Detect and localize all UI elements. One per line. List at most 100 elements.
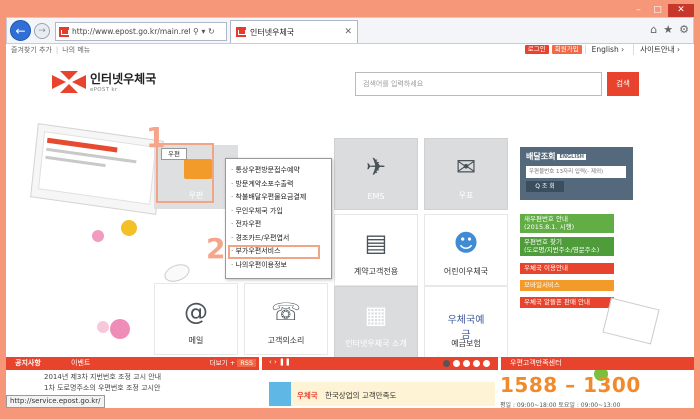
mascot-icon: ☻ <box>453 229 479 257</box>
find-postcode-button[interactable]: 우편번호 찾기 (도로명/지번주소/영문주소) <box>520 237 614 256</box>
menu-item[interactable]: 경조카드/우편엽서 <box>231 232 331 246</box>
forward-button[interactable]: → <box>34 23 50 39</box>
flower-decoration <box>92 230 104 242</box>
logo-english: ePOST kr <box>90 87 118 93</box>
laptop-illustration <box>30 123 164 215</box>
promo-banner[interactable]: 우체국 한국상업의 고객만족도 <box>269 382 495 406</box>
menu-item[interactable]: 나의우편이용정보 <box>231 259 331 273</box>
home-icon[interactable]: ⌂ <box>650 23 657 36</box>
logo-korean: 인터넷우체국 <box>90 72 157 86</box>
tab-favicon <box>236 27 246 37</box>
my-menu-link[interactable]: 나의 메뉴 <box>62 45 90 55</box>
account-links: 로그인 회원가입 English › 사이트안내 › <box>524 44 686 55</box>
search-button[interactable]: 검색 <box>607 72 639 96</box>
menu-item[interactable]: 무인우체국 가입 <box>231 205 331 219</box>
letter-illustration <box>602 297 660 345</box>
flower-decoration <box>121 220 137 236</box>
more-link[interactable]: 더보기 + RSS <box>210 357 259 370</box>
english-link[interactable]: English › <box>584 45 630 54</box>
savings-tile[interactable]: 우체국예금 예금보험 <box>424 286 508 358</box>
browser-toolbar: ← → http://www.epost.go.kr/main.retrieve… <box>6 17 694 44</box>
mail-tile[interactable]: @ 메일 <box>154 283 238 355</box>
url-text[interactable]: http://www.epost.go.kr/main.retrieve <box>72 27 190 36</box>
maximize-icon[interactable]: □ <box>649 4 666 17</box>
tab-title: 인터넷우체국 <box>250 27 295 37</box>
stamp-icon: ✉ <box>455 153 477 181</box>
kids-tile[interactable]: ☻ 어린이우체국 <box>424 214 508 286</box>
stamp-label: 우표 <box>458 191 474 200</box>
track-button[interactable]: Q 조 회 <box>526 181 564 192</box>
mail-label: 메일 <box>188 336 204 345</box>
menu-item[interactable]: 착불배달우편물요금결제 <box>231 191 331 205</box>
favorites-star-icon[interactable]: ★ <box>663 23 673 36</box>
notice-header: 공지사항 이벤트 더보기 + RSS <box>6 357 259 370</box>
ems-label: EMS <box>367 192 385 201</box>
delivery-title: 배달조회 <box>526 152 556 161</box>
menu-item[interactable]: 통상우편방문접수예약 <box>231 164 331 178</box>
close-tab-icon[interactable]: ✕ <box>344 27 352 37</box>
login-button[interactable]: 로그인 <box>524 45 549 54</box>
budget-phone-button[interactable]: 우체국 알뜰폰 판매 안내 <box>520 297 614 308</box>
english-badge[interactable]: ENGLISH <box>557 153 586 160</box>
intro-tile[interactable]: ▦ 인터넷우체국 소개 <box>334 286 418 358</box>
address-bar[interactable]: http://www.epost.go.kr/main.retrieve ⚲ ▾… <box>55 22 227 41</box>
sitemap-link[interactable]: 사이트안내 › <box>633 44 686 55</box>
browser-tools: ⌂ ★ ⚙ <box>650 23 689 36</box>
stamp-tile[interactable]: ✉ 우표 <box>424 138 508 210</box>
notice-list: 2014년 제3차 지번번호 조정 고시 안내 1차 도로명주소의 우편번호 조… <box>6 372 259 394</box>
bottom-panels: 공지사항 이벤트 더보기 + RSS 2014년 제3차 지번번호 조정 고시 … <box>6 357 694 408</box>
banner-stripe <box>269 382 291 406</box>
notice-item[interactable]: 2014년 제3차 지번번호 조정 고시 안내 <box>44 372 259 383</box>
epost-favicon <box>59 26 69 37</box>
menu-item[interactable]: 전자우편 <box>231 218 331 232</box>
rss-badge[interactable]: RSS <box>237 359 256 367</box>
post-guide-button[interactable]: 우체국 이용안내 <box>520 263 614 274</box>
tab-event[interactable]: 이벤트 <box>62 357 99 370</box>
browser-tab[interactable]: 인터넷우체국 ✕ <box>230 20 358 43</box>
savings-label: 예금보험 <box>451 339 481 348</box>
banner-controls[interactable]: ‹ › ❚❚ <box>269 358 291 366</box>
close-window-icon[interactable]: ✕ <box>668 4 694 17</box>
site-logo[interactable]: 인터넷우체국 ePOST kr <box>52 70 156 93</box>
document-icon: ▤ <box>364 229 388 257</box>
ems-tile[interactable]: ✈ EMS <box>334 138 418 210</box>
epost-logo-icon <box>52 70 86 93</box>
menu-item-selected[interactable]: 부가우편서비스 <box>228 245 320 259</box>
banner-text: 한국상업의 고객만족도 <box>325 391 397 400</box>
minimize-icon[interactable]: – <box>630 4 647 17</box>
mouse-illustration <box>162 261 192 285</box>
signup-button[interactable]: 회원가입 <box>551 45 582 54</box>
notice-item[interactable]: 1차 도로명주소의 우편번호 조정 고시안 <box>44 383 259 394</box>
browser-window: – □ ✕ ← → http://www.epost.go.kr/main.re… <box>0 0 700 419</box>
customer-center-title: 우편고객만족센터 <box>510 359 562 367</box>
new-postcode-line1: 새우편번호 안내 <box>524 215 568 223</box>
mobile-service-button[interactable]: 모바일서비스 <box>520 280 614 291</box>
post-submenu: 통상우편방문접수예약 방문계약소포수출력 착불배달우편물요금결제 무인우체국 가… <box>225 158 332 279</box>
menu-item[interactable]: 방문계약소포수출력 <box>231 178 331 192</box>
flower-decoration <box>97 321 109 333</box>
customer-center-header: 우편고객만족센터 <box>501 357 694 370</box>
kids-label: 어린이우체국 <box>443 267 489 276</box>
tab-notice[interactable]: 공지사항 <box>6 357 50 370</box>
settings-gear-icon[interactable]: ⚙ <box>679 23 689 36</box>
pagination-dot[interactable] <box>463 360 470 367</box>
status-bar-url: http://service.epost.go.kr/ <box>6 395 105 408</box>
banner-brand: 우체국 <box>297 391 318 400</box>
at-sign-icon: @ <box>184 298 208 326</box>
intro-label: 인터넷우체국 소개 <box>345 339 407 348</box>
pagination-dot[interactable] <box>483 360 490 367</box>
search-input[interactable]: 검색어를 입력하세요 <box>355 72 602 96</box>
search-dropdown-icon[interactable]: ⚲ ▾ ↻ <box>193 27 215 36</box>
airplane-icon: ✈ <box>365 153 387 181</box>
voice-tile[interactable]: ☏ 고객의소리 <box>244 283 328 355</box>
back-button[interactable]: ← <box>10 20 31 41</box>
contract-tile[interactable]: ▤ 계약고객전용 <box>334 214 418 286</box>
pagination-dot[interactable] <box>473 360 480 367</box>
pagination-dot[interactable] <box>453 360 460 367</box>
chat-icon: ☏ <box>270 298 301 326</box>
building-icon: ▦ <box>364 301 388 329</box>
new-postcode-guide-button[interactable]: 새우편번호 안내 (2015.8.1. 시행) <box>520 214 614 233</box>
pagination-dot[interactable] <box>443 360 450 367</box>
favorites-link[interactable]: 즐겨찾기 추가 <box>11 45 52 55</box>
tracking-number-input[interactable]: 우편물번호 13자리 입력(- 제외) <box>526 166 626 178</box>
